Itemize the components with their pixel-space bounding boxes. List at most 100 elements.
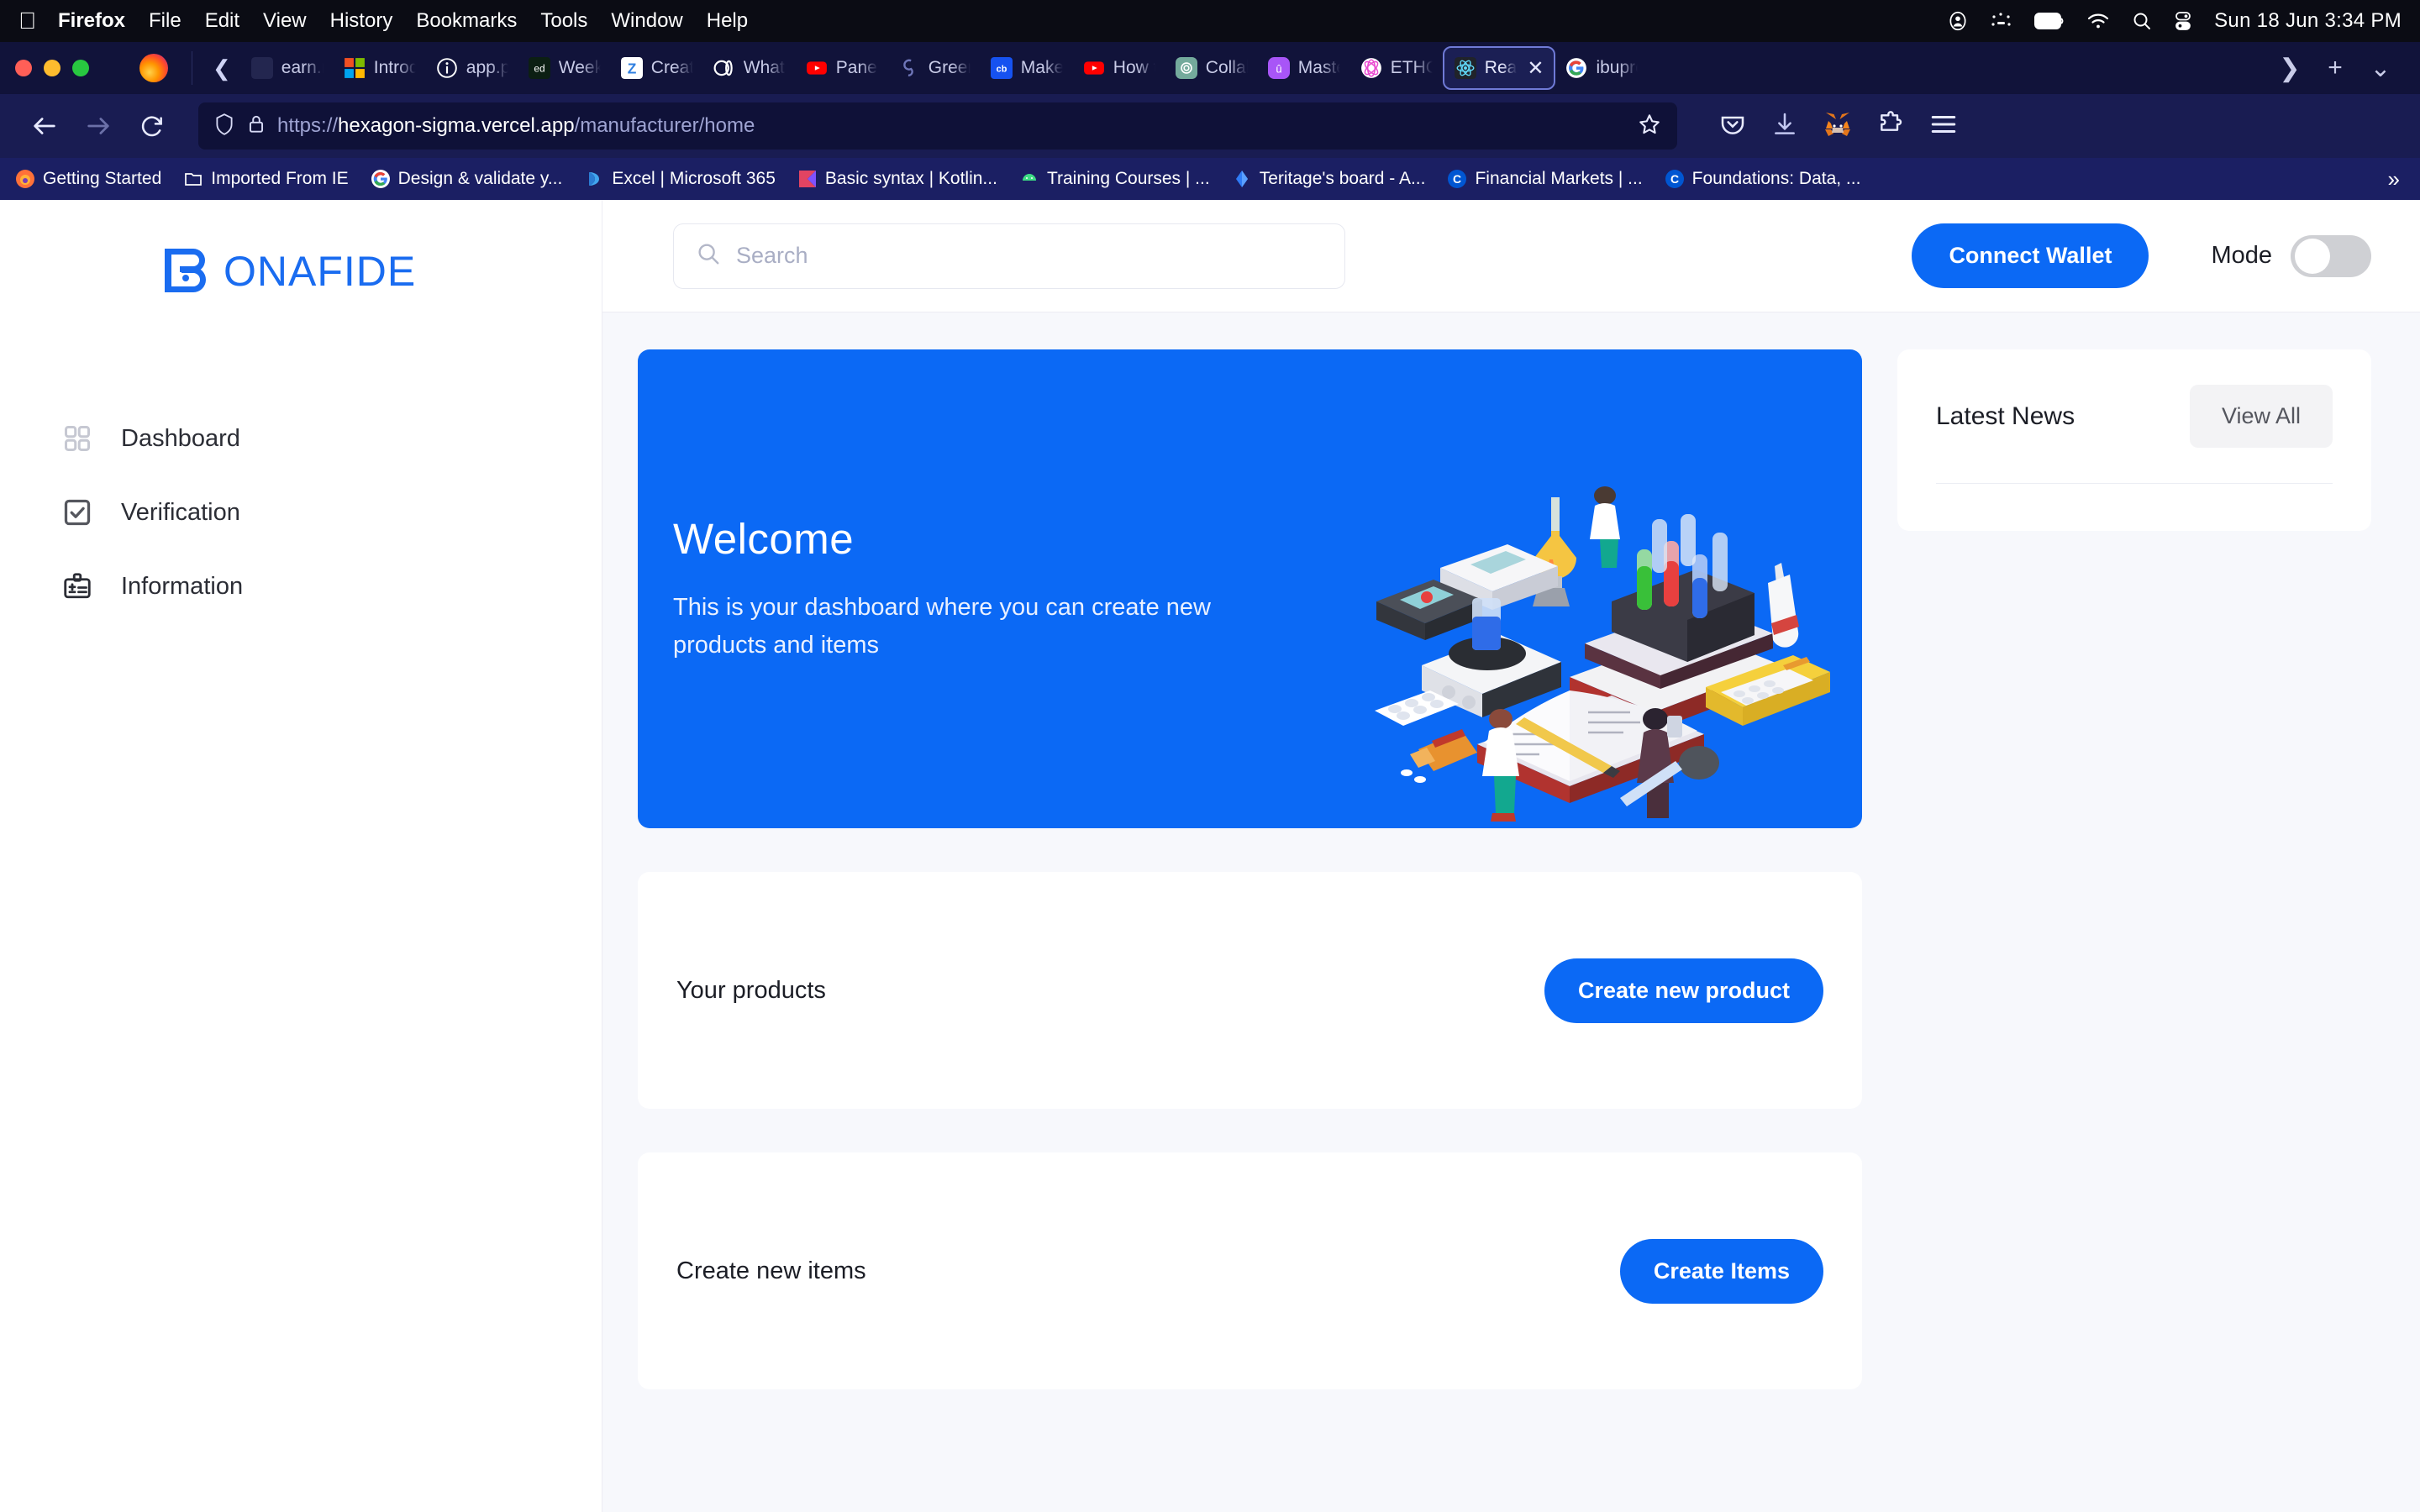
close-window-button[interactable]	[15, 60, 32, 76]
menubar-clock[interactable]: Sun 18 Jun 3:34 PM	[2214, 9, 2402, 33]
browser-tab-active[interactable]: Rea ✕	[1442, 46, 1556, 90]
back-button[interactable]	[22, 103, 67, 149]
bookmark-label: Basic syntax | Kotlin...	[824, 169, 997, 188]
create-new-product-button[interactable]: Create new product	[1544, 958, 1823, 1023]
react-icon	[1454, 57, 1476, 79]
browser-tab[interactable]: ed Week	[518, 46, 611, 90]
bookmark-item[interactable]: Design & validate y...	[371, 169, 563, 189]
wifi-icon[interactable]	[2086, 12, 2110, 30]
mode-toggle-switch[interactable]	[2291, 234, 2371, 277]
menu-help[interactable]: Help	[707, 9, 748, 33]
apple-logo-icon[interactable]: 	[18, 9, 36, 33]
bookmark-item[interactable]: C Foundations: Data, ...	[1665, 169, 1860, 189]
search-icon	[696, 241, 721, 270]
window-traffic-lights[interactable]	[15, 60, 89, 76]
metamask-icon[interactable]	[1823, 111, 1852, 142]
hamburger-menu-icon[interactable]	[1929, 112, 1958, 141]
menu-edit[interactable]: Edit	[205, 9, 239, 33]
control-center-icon[interactable]	[2174, 11, 2192, 31]
battery-icon[interactable]	[2034, 13, 2065, 29]
spotlight-search-icon[interactable]	[2132, 11, 2152, 31]
padlock-icon[interactable]	[247, 113, 266, 139]
create-new-items-panel: Create new items Create Items	[638, 1152, 1862, 1389]
search-input[interactable]: Search	[673, 223, 1345, 289]
menu-firefox[interactable]: Firefox	[58, 9, 125, 33]
folder-icon	[185, 173, 203, 186]
sidebar-item-label: Verification	[121, 498, 240, 526]
pocket-icon[interactable]	[1719, 111, 1746, 142]
shield-icon[interactable]	[213, 113, 235, 140]
connect-wallet-button[interactable]: Connect Wallet	[1912, 223, 2149, 288]
bookmark-label: Financial Markets | ...	[1475, 169, 1643, 188]
close-icon[interactable]: ✕	[1527, 56, 1544, 81]
latest-news-card: Latest News View All	[1897, 349, 2371, 531]
menu-file[interactable]: File	[149, 9, 182, 33]
menu-tools[interactable]: Tools	[540, 9, 587, 33]
svg-text:Z: Z	[628, 60, 637, 77]
extensions-puzzle-icon[interactable]	[1877, 110, 1904, 142]
laboratory-pharma-isometric-illustration	[1375, 486, 1830, 822]
bookmark-item[interactable]: Training Courses | ...	[1019, 169, 1210, 189]
menu-bookmarks[interactable]: Bookmarks	[416, 9, 517, 33]
tab-label: Introdu	[373, 58, 416, 77]
bookmark-item[interactable]: Getting Started	[15, 169, 161, 189]
tab-label: ibupro	[1596, 58, 1638, 77]
tab-scroll-right-chevron-icon[interactable]: ❯	[2270, 54, 2309, 83]
downloads-icon[interactable]	[1771, 111, 1798, 142]
info-circle-icon	[436, 58, 457, 78]
new-tab-plus-icon[interactable]: +	[2316, 54, 2354, 82]
browser-tab[interactable]: app.po	[426, 46, 518, 90]
gitcoin-icon	[903, 59, 913, 76]
checkbox-check-icon	[59, 494, 96, 531]
bookmark-label: Design & validate y...	[397, 169, 563, 188]
svg-text:û: û	[1276, 62, 1281, 75]
bookmark-item[interactable]: Excel | Microsoft 365	[584, 169, 776, 189]
browser-tab[interactable]: cb Maker	[981, 46, 1073, 90]
browser-tab[interactable]: ibupro	[1555, 46, 1648, 90]
minimize-window-button[interactable]	[44, 60, 60, 76]
forward-button[interactable]	[76, 103, 121, 149]
reload-button[interactable]	[129, 103, 175, 149]
browser-tab[interactable]: ETHGl	[1350, 46, 1443, 90]
browser-tab[interactable]: earn.m	[241, 46, 334, 90]
toggle-knob	[2295, 238, 2330, 274]
bookmark-item[interactable]: Basic syntax | Kotlin...	[797, 169, 997, 189]
svg-text:C: C	[1453, 172, 1461, 186]
view-all-button[interactable]: View All	[2189, 385, 2333, 448]
list-all-tabs-chevron-down-icon[interactable]: ⌄	[2361, 54, 2400, 83]
app-header: Search Connect Wallet Mode	[602, 200, 2420, 312]
control-strip-icon[interactable]	[1991, 11, 2012, 31]
coursera-icon: C	[1665, 170, 1684, 188]
double-chevron-right-icon[interactable]: »	[2388, 166, 2405, 192]
browser-tab[interactable]: Collab	[1165, 46, 1258, 90]
chevron-left-icon[interactable]: ❮	[203, 55, 241, 81]
tab-list: earn.m Introdu app.po ed	[241, 46, 2250, 90]
user-account-icon[interactable]	[1947, 10, 1969, 32]
browser-tab[interactable]: How to	[1073, 46, 1165, 90]
svg-text:cb: cb	[996, 64, 1007, 74]
url-text[interactable]: https://hexagon-sigma.vercel.app/manufac…	[277, 114, 755, 138]
firefox-icon	[16, 170, 34, 188]
star-icon[interactable]	[1637, 112, 1662, 141]
browser-tab[interactable]: Panel:	[796, 46, 888, 90]
coursera-icon: C	[1448, 170, 1467, 188]
bookmark-item[interactable]: Teritage's board - A...	[1232, 169, 1425, 189]
bookmark-item[interactable]: Imported From IE	[183, 169, 349, 189]
browser-tab[interactable]: Z Creati	[611, 46, 703, 90]
browser-tab[interactable]: Introdu	[334, 46, 426, 90]
menu-view[interactable]: View	[263, 9, 307, 33]
url-address-bar[interactable]: https://hexagon-sigma.vercel.app/manufac…	[198, 102, 1677, 150]
menu-window[interactable]: Window	[611, 9, 682, 33]
sidebar-item-information[interactable]: Information	[0, 549, 602, 623]
sidebar-item-dashboard[interactable]: Dashboard	[0, 402, 602, 475]
browser-tab[interactable]: Green	[888, 46, 981, 90]
maximize-window-button[interactable]	[72, 60, 89, 76]
panel-title: Your products	[676, 976, 826, 1004]
sidebar-item-verification[interactable]: Verification	[0, 475, 602, 549]
create-items-button[interactable]: Create Items	[1619, 1238, 1823, 1304]
brand-logo[interactable]: ONAFIDE	[0, 244, 602, 296]
browser-tab[interactable]: û Master	[1258, 46, 1350, 90]
bookmark-item[interactable]: C Financial Markets | ...	[1447, 169, 1643, 189]
browser-tab[interactable]: What i	[703, 46, 796, 90]
menu-history[interactable]: History	[330, 9, 393, 33]
